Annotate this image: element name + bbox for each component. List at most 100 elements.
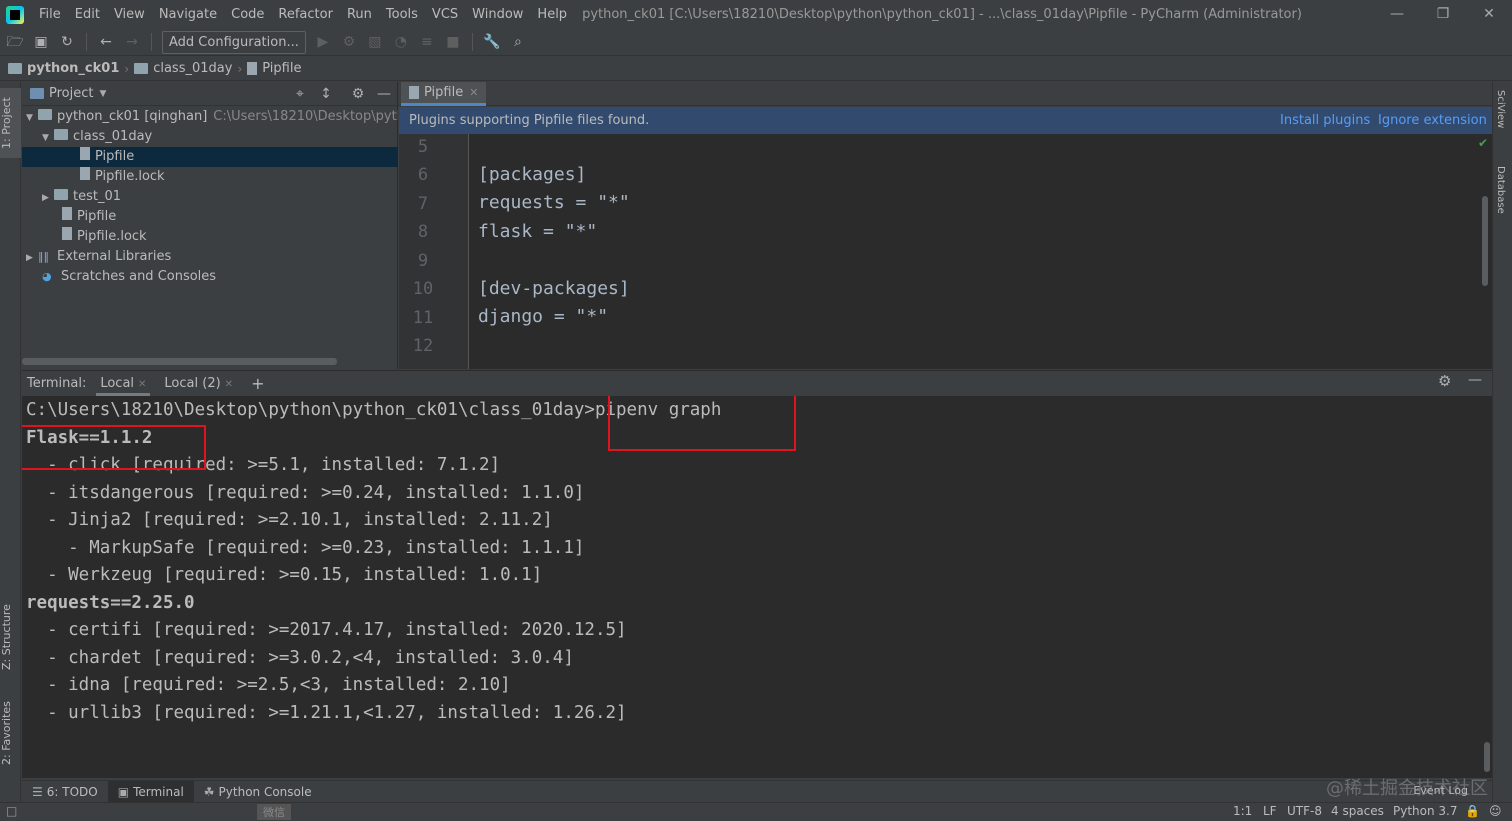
lock-icon[interactable]: 🔒 [1465,804,1480,818]
new-terminal-button[interactable]: + [247,371,268,396]
menu-window[interactable]: Window [465,0,530,29]
menu-navigate[interactable]: Navigate [152,0,224,29]
back-arrow-icon[interactable]: ← [95,31,117,53]
sciview-tool-tab[interactable]: SciView [1495,90,1506,128]
editor-scrollbar[interactable] [1482,196,1488,286]
hide-icon[interactable]: — [1468,372,1482,388]
file-icon [409,86,419,99]
tree-item-test-01[interactable]: ▶ test_01 [22,187,398,207]
breadcrumb-file[interactable]: Pipfile [247,61,301,76]
menu-vcs[interactable]: VCS [425,0,465,29]
database-tool-tab[interactable]: Database [1495,166,1506,214]
tree-item-project-root[interactable]: ▼ python_ck01 [qinghan] C:\Users\18210\Des… [22,107,398,127]
tab-terminal-local[interactable]: Local ✕ [96,371,151,396]
line-ending-selector[interactable]: LF [1263,804,1277,818]
hide-icon[interactable]: — [374,84,394,104]
terminal-scrollbar[interactable] [1484,742,1490,772]
save-all-icon[interactable]: ▣ [30,31,52,53]
profile-icon[interactable]: ◔ [390,31,412,53]
wrench-icon[interactable]: 🔧 [481,31,503,53]
debug-icon[interactable]: ⚙ [338,31,360,53]
stop-icon[interactable]: ■ [442,31,464,53]
concurrency-icon[interactable]: ≡ [416,31,438,53]
project-view-selector[interactable]: Project [49,86,93,101]
tree-item-root-pipfile[interactable]: Pipfile [22,207,398,227]
collapsed-arrow-icon[interactable]: ▶ [26,248,38,267]
terminal-tool-tab[interactable]: ▣ Terminal [107,780,194,803]
expanded-arrow-icon[interactable]: ▼ [26,108,38,127]
tree-item-root-pipfile-lock[interactable]: Pipfile.lock [22,227,398,247]
open-folder-icon[interactable]: 🗁 [4,31,26,53]
todo-tool-tab[interactable]: ☰ 6: TODO [22,781,108,803]
coverage-icon[interactable]: ▧ [364,31,386,53]
add-configuration-button[interactable]: Add Configuration... [162,30,306,54]
restore-icon[interactable]: ❐ [1420,0,1466,29]
tree-item-external-libraries[interactable]: ▶ ‖‖ External Libraries [22,247,398,267]
minimize-icon[interactable]: — [1374,0,1420,29]
terminal-header: Terminal: Local ✕ Local (2) ✕ + ⚙ — [22,370,1492,396]
structure-tool-tab[interactable]: Z: Structure [0,592,21,682]
forward-arrow-icon[interactable]: → [121,31,143,53]
python-console-tool-tab[interactable]: ☘ Python Console [194,781,322,803]
horizontal-scrollbar[interactable] [22,358,337,365]
breadcrumb-project[interactable]: python_ck01 [8,61,119,76]
scratches-icon: ◕ [42,270,52,283]
event-log-button[interactable]: Event Log [1413,784,1468,797]
menu-run[interactable]: Run [340,0,379,29]
gear-icon[interactable]: ⚙ [1438,372,1451,390]
breadcrumb-folder[interactable]: class_01day [134,61,232,76]
terminal-output[interactable]: C:\Users\18210\Desktop\python\python_ck0… [22,396,1492,778]
menu-code[interactable]: Code [224,0,271,29]
code-line: [dev-packages] [478,278,630,299]
install-plugins-link[interactable]: Install plugins [1280,113,1370,128]
interpreter-selector[interactable]: Python 3.7 [1393,804,1458,818]
breadcrumb-file-label: Pipfile [262,61,302,76]
tree-item-pipfile-lock[interactable]: Pipfile.lock [22,167,398,187]
inspection-ok-icon: ✔ [1477,136,1488,150]
command-highlight-box [608,396,796,451]
collapse-all-icon[interactable]: ↕ [316,84,336,104]
caret-position[interactable]: 1:1 [1233,804,1252,818]
chevron-down-icon[interactable]: ▼ [99,89,106,99]
terminal-line: - Jinja2 [required: >=2.10.1, installed:… [26,510,553,530]
project-tool-tab[interactable]: 1: Project [0,88,21,158]
encoding-selector[interactable]: UTF-8 [1287,804,1322,818]
inspector-icon[interactable]: ☺ [1489,804,1502,818]
locate-icon[interactable]: ⌖ [290,84,310,104]
menu-refactor[interactable]: Refactor [271,0,340,29]
toggle-tool-windows-icon[interactable]: □ [6,804,17,818]
menu-tools[interactable]: Tools [379,0,425,29]
menu-view[interactable]: View [107,0,152,29]
collapsed-arrow-icon[interactable]: ▶ [42,188,54,207]
favorites-tool-tab[interactable]: 2: Favorites [0,688,21,778]
indent-selector[interactable]: 4 spaces [1331,804,1384,818]
tree-item-pipfile-selected[interactable]: Pipfile [22,147,398,167]
project-panel-header: Project ▼ ⌖ ↕ ⚙ — [22,82,397,106]
ignore-extension-link[interactable]: Ignore extension [1378,113,1487,128]
run-icon[interactable]: ▶ [312,31,334,53]
menu-edit[interactable]: Edit [68,0,107,29]
folder-icon [8,63,22,74]
close-icon[interactable]: ✕ [1466,0,1512,29]
python-console-tool-tab-label: Python Console [218,784,312,799]
close-tab-icon[interactable]: ✕ [225,379,233,390]
code-line: django = "*" [478,306,609,327]
menu-file[interactable]: File [32,0,68,29]
sync-icon[interactable]: ↻ [56,31,78,53]
tab-pipfile[interactable]: Pipfile ✕ [401,82,487,106]
python-icon: ☘ [203,784,215,799]
search-icon[interactable]: ⌕ [507,31,529,53]
tree-item-class-01day[interactable]: ▼ class_01day [22,127,398,147]
project-icon [30,88,44,99]
close-tab-icon[interactable]: ✕ [469,86,478,99]
code-editor[interactable]: 5 6 7 8 9 10 11 12 [packages] requests =… [399,134,1492,369]
code-line: requests = "*" [478,192,630,213]
menu-help[interactable]: Help [530,0,574,29]
project-panel: Project ▼ ⌖ ↕ ⚙ — ▼ python_ck01 [qinghan]… [22,82,398,369]
expanded-arrow-icon[interactable]: ▼ [42,128,54,147]
tree-item-label: Pipfile.lock [77,229,147,244]
tab-terminal-local-2[interactable]: Local (2) ✕ [160,371,237,396]
gear-icon[interactable]: ⚙ [348,84,368,104]
tree-item-scratches[interactable]: ◕ Scratches and Consoles [22,267,398,287]
close-tab-icon[interactable]: ✕ [138,379,146,390]
